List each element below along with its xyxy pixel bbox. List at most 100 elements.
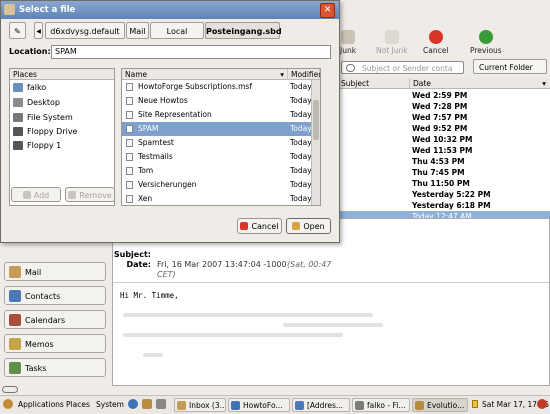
message-row[interactable]: Thu 7:45 PM <box>338 167 550 178</box>
file-icon <box>126 167 133 175</box>
places-list[interactable]: Places falko Desktop File System Floppy … <box>9 68 115 206</box>
date-local: (Sat, 00:47 <box>287 260 332 269</box>
home-icon <box>13 83 23 92</box>
name-column-header[interactable]: Name ▾ <box>122 69 288 80</box>
place-desktop[interactable]: Desktop <box>13 96 60 109</box>
add-place-button[interactable]: Add <box>11 187 61 202</box>
task-evolution[interactable]: Evolutio... <box>412 398 468 412</box>
message-list[interactable]: Subject Date ▾ Wed 2:59 PM Wed 7:28 PM Wed… <box>337 78 550 222</box>
place-floppy-1[interactable]: Floppy 1 <box>13 139 61 152</box>
file-row[interactable]: Site Representation Today <box>122 108 312 122</box>
file-icon <box>126 181 133 189</box>
not-junk-button[interactable]: Not Junk <box>376 30 408 55</box>
task-falko[interactable]: falko - Fi... <box>352 398 410 412</box>
scroll-left-button[interactable]: ◀ <box>34 22 43 39</box>
cancel-toolbar-button[interactable]: Cancel <box>423 30 448 55</box>
message-row[interactable]: Thu 11:50 PM <box>338 178 550 189</box>
file-row[interactable]: Tom Today <box>122 164 312 178</box>
message-row[interactable]: Wed 11:53 PM <box>338 145 550 156</box>
file-list-scrollbar[interactable] <box>311 80 320 205</box>
sort-down-icon: ▾ <box>280 70 284 79</box>
nav-calendars-button[interactable]: Calendars <box>4 310 106 329</box>
message-row[interactable]: Wed 2:59 PM <box>338 90 550 101</box>
previous-button[interactable]: Previous <box>470 30 502 55</box>
nav-tasks-button[interactable]: Tasks <box>4 358 106 377</box>
subject-column-header[interactable]: Subject <box>338 78 410 89</box>
open-label: Open <box>303 222 325 231</box>
file-modified: Today <box>290 82 312 91</box>
file-name: Versicherungen <box>138 180 197 189</box>
place-floppy-drive[interactable]: Floppy Drive <box>13 125 77 138</box>
date-tz: CET) <box>157 270 176 279</box>
firefox-launcher-icon[interactable] <box>128 399 138 409</box>
offline-icon[interactable] <box>2 386 18 393</box>
message-row[interactable]: Wed 7:28 PM <box>338 101 550 112</box>
message-row[interactable]: Wed 9:52 PM <box>338 123 550 134</box>
nav-mail-button[interactable]: Mail <box>4 262 106 281</box>
nav-memos-button[interactable]: Memos <box>4 334 106 353</box>
file-row[interactable]: Neue Howtos Today <box>122 94 312 108</box>
crumb-posteingang[interactable]: Posteingang.sbd <box>205 22 282 39</box>
evolution-launcher-icon[interactable] <box>142 399 152 409</box>
place-filesystem[interactable]: File System <box>13 111 73 124</box>
floppy-icon <box>13 127 23 136</box>
date-label: Date: <box>126 260 152 269</box>
file-name: Spamtest <box>138 138 174 147</box>
message-row[interactable]: Yesterday 5:22 PM <box>338 189 550 200</box>
scrollbar-thumb[interactable] <box>313 100 319 140</box>
file-icon <box>126 153 133 161</box>
file-row[interactable]: Versicherungen Today <box>122 178 312 192</box>
power-icon[interactable] <box>537 399 547 409</box>
message-date: Yesterday 5:22 PM <box>412 190 491 199</box>
file-row[interactable]: Spamtest Today <box>122 136 312 150</box>
task-address[interactable]: [Addres... <box>292 398 350 412</box>
crumb-mail[interactable]: Mail <box>126 22 149 39</box>
system-menu[interactable]: System <box>96 400 124 409</box>
taskbar: Applications Places System Inbox (3... H… <box>0 395 550 414</box>
switcher-pane: Mail Contacts Calendars Memos Tasks <box>0 218 110 395</box>
file-chooser-dialog: Select a file ✕ ✎ ◀ d6xdvysg.default Mai… <box>0 0 340 243</box>
message-row[interactable]: Wed 7:57 PM <box>338 112 550 123</box>
message-row[interactable]: Thu 4:53 PM <box>338 156 550 167</box>
search-scope-select[interactable]: Current Folder <box>473 59 547 74</box>
crumb-profile[interactable]: d6xdvysg.default <box>45 22 125 39</box>
remove-place-button[interactable]: Remove <box>65 187 115 202</box>
file-list[interactable]: Name ▾ Modified HowtoForge Subscriptions… <box>121 68 321 206</box>
file-row[interactable]: Testmails Today <box>122 150 312 164</box>
date-column-header[interactable]: Date ▾ <box>410 78 550 89</box>
crumb-local-folders[interactable]: Local Folders <box>150 22 204 53</box>
nav-contacts-button[interactable]: Contacts <box>4 286 106 305</box>
file-row[interactable]: Xen Today <box>122 192 312 205</box>
message-date: Yesterday 6:18 PM <box>412 201 491 210</box>
close-icon[interactable]: ✕ <box>320 3 335 18</box>
search-input[interactable]: Subject or Sender conta <box>341 61 464 74</box>
message-date: Wed 7:28 PM <box>412 102 468 111</box>
cancel-button[interactable]: Cancel <box>237 218 282 234</box>
junk-button[interactable]: Junk <box>340 30 356 55</box>
file-row[interactable]: SPAM Today <box>122 122 312 136</box>
applications-menu[interactable]: Applications <box>18 400 64 409</box>
task-inbox-label: Inbox (3... <box>189 401 226 410</box>
open-folder-icon <box>292 222 301 230</box>
modified-column-header[interactable]: Modified <box>288 69 320 80</box>
place-home[interactable]: falko <box>13 81 46 94</box>
places-menu[interactable]: Places <box>66 400 90 409</box>
redacted-line <box>123 313 373 317</box>
task-howtoforge[interactable]: HowtoFo... <box>228 398 290 412</box>
location-input[interactable]: SPAM <box>51 45 331 59</box>
message-row[interactable]: Yesterday 6:18 PM <box>338 200 550 211</box>
location-value: SPAM <box>55 47 77 56</box>
open-button[interactable]: Open <box>286 218 331 234</box>
task-falko-label: falko - Fi... <box>367 401 406 410</box>
message-row[interactable]: Wed 10:32 PM <box>338 134 550 145</box>
message-preview: To: ...@... Subject: Date: Fri, 16 Mar 2… <box>112 218 550 386</box>
nav-contacts-label: Contacts <box>25 292 61 301</box>
previous-arrow-icon <box>478 30 493 44</box>
notification-icon[interactable] <box>472 400 478 408</box>
dialog-titlebar[interactable]: Select a file <box>1 1 339 19</box>
file-row[interactable]: HowtoForge Subscriptions.msf Today <box>122 80 312 94</box>
edit-location-toggle[interactable]: ✎ <box>9 22 26 39</box>
help-launcher-icon[interactable] <box>156 399 166 409</box>
task-inbox[interactable]: Inbox (3... <box>174 398 226 412</box>
file-modified: Today <box>290 152 312 161</box>
